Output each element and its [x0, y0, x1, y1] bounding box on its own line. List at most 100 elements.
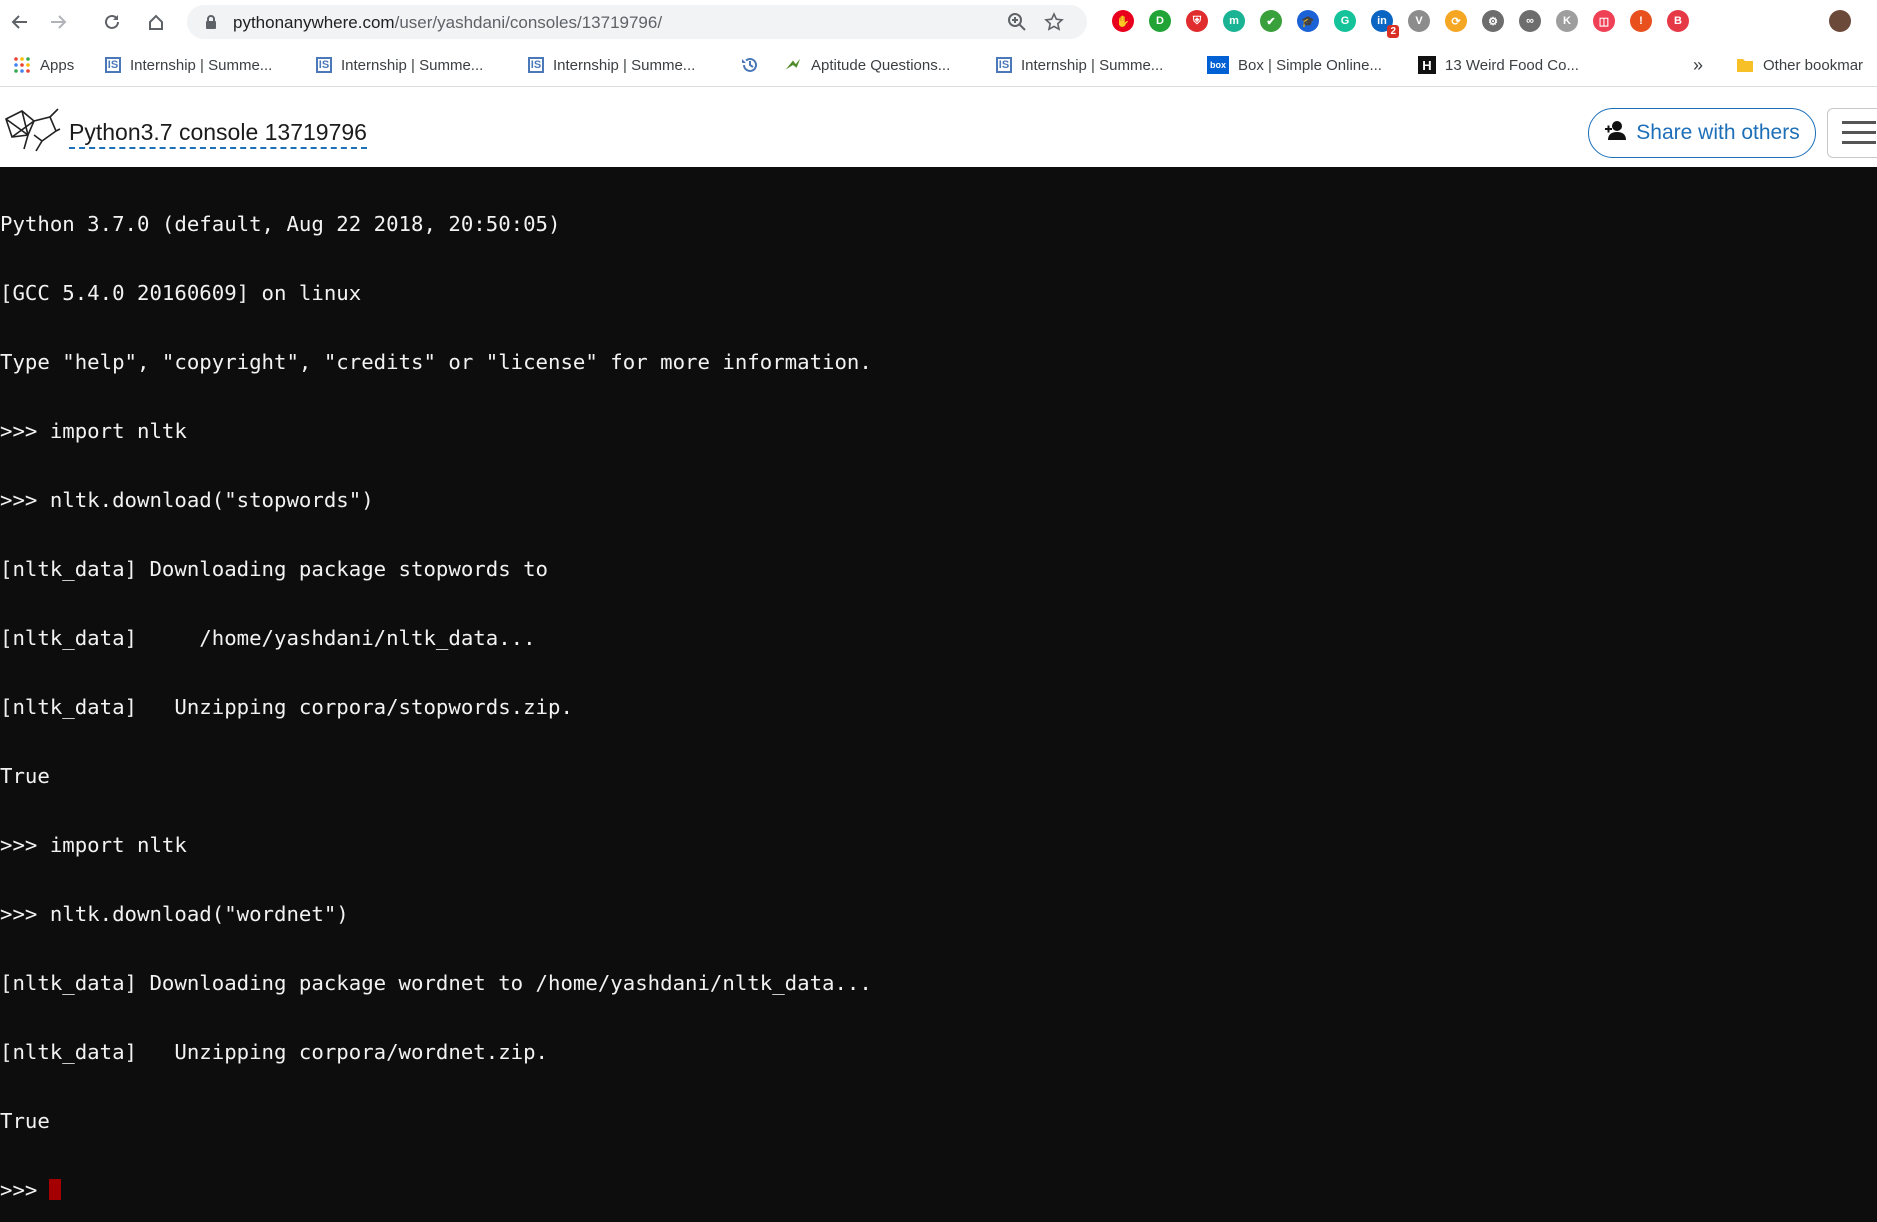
extension-glyph: G	[1340, 15, 1350, 27]
extension-glyph: V	[1415, 15, 1423, 27]
folder-icon	[1736, 56, 1754, 74]
box-icon: box	[1207, 56, 1229, 74]
extension-m-icon[interactable]: m	[1223, 10, 1245, 32]
home-icon[interactable]	[143, 9, 169, 35]
console-line: >>> nltk.download("wordnet")	[0, 902, 349, 926]
bookmark-label: Internship | Summe...	[130, 56, 273, 74]
console-line: >>> import nltk	[0, 419, 187, 443]
extension-glyph: ⛨	[1192, 14, 1202, 27]
extension-k-icon[interactable]: K	[1556, 10, 1578, 32]
zoom-icon[interactable]	[1007, 12, 1027, 32]
share-label: Share with others	[1636, 121, 1800, 144]
internshala-icon: IS	[996, 57, 1012, 73]
graduation-cap-icon[interactable]: 🎓	[1297, 10, 1319, 32]
url-text[interactable]: pythonanywhere.com/user/yashdani/console…	[233, 13, 662, 33]
bookmark-internship-2[interactable]: IS Internship | Summe...	[316, 53, 483, 77]
back-arrow-icon[interactable]	[7, 9, 33, 35]
console-line: [nltk_data] Unzipping corpora/stopwords.…	[0, 695, 573, 719]
bookmark-box[interactable]: box Box | Simple Online...	[1207, 53, 1382, 77]
console-line: True	[0, 1109, 50, 1133]
extension-glyph: ✋	[1116, 15, 1130, 28]
extension-glyph: in	[1377, 15, 1387, 27]
lock-icon[interactable]	[205, 15, 217, 34]
extension-b-icon[interactable]: B	[1667, 10, 1689, 32]
bookmarks-bar: Apps IS Internship | Summe... IS Interns…	[0, 44, 1877, 87]
extension-glyph: D	[1156, 15, 1164, 27]
checklist-extension-icon[interactable]: ✔	[1260, 10, 1282, 32]
reload-icon[interactable]	[99, 9, 125, 35]
star-bookmark-icon[interactable]	[1044, 12, 1064, 32]
console-input-line[interactable]: >>>	[0, 1179, 872, 1202]
bookmark-apps[interactable]: Apps	[13, 53, 74, 77]
internshala-icon: IS	[316, 57, 332, 73]
url-host: pythonanywhere.com	[233, 13, 395, 32]
extension-glyph: 🎓	[1301, 15, 1315, 28]
console-prompt: >>>	[0, 1178, 38, 1202]
menu-bar	[1842, 141, 1876, 144]
console-title[interactable]: Python3.7 console 13719796	[69, 119, 367, 149]
bookmark-internship-4[interactable]: IS Internship | Summe...	[996, 53, 1163, 77]
bird-icon	[784, 56, 802, 74]
internshala-icon: IS	[105, 57, 121, 73]
linkedin-icon[interactable]: in 2	[1371, 10, 1399, 38]
bookmark-label: Apps	[40, 56, 75, 74]
extension-glyph: ∞	[1526, 15, 1534, 27]
extension-d-icon[interactable]: D	[1149, 10, 1171, 32]
bookmark-label: Box | Simple Online...	[1238, 56, 1382, 74]
forward-arrow-icon[interactable]	[45, 9, 71, 35]
console-line: >>> import nltk	[0, 833, 187, 857]
alert-extension-icon[interactable]: !	[1630, 10, 1652, 32]
address-bar[interactable]: pythonanywhere.com/user/yashdani/console…	[187, 5, 1087, 39]
console-line: [nltk_data] Downloading package wordnet …	[0, 971, 872, 995]
sync-extension-icon[interactable]: ⟳	[1445, 10, 1467, 32]
pythonanywhere-logo[interactable]	[0, 105, 62, 160]
bookmark-label: Internship | Summe...	[341, 56, 484, 74]
bookmark-internship-3[interactable]: IS Internship | Summe...	[528, 53, 695, 77]
hamburger-menu-button[interactable]	[1827, 108, 1877, 158]
internshala-icon: IS	[528, 57, 544, 73]
extension-glyph: ⚙	[1488, 15, 1498, 28]
browser-toolbar: pythonanywhere.com/user/yashdani/console…	[0, 0, 1877, 44]
add-user-icon	[1604, 120, 1628, 146]
bookmark-internship-1[interactable]: IS Internship | Summe...	[105, 53, 272, 77]
infinity-icon[interactable]: ∞	[1519, 10, 1541, 32]
bookmark-weird-food[interactable]: H 13 Weird Food Co...	[1418, 53, 1579, 77]
history-icon	[741, 56, 759, 74]
console-line: [nltk_data] Unzipping corpora/wordnet.zi…	[0, 1040, 549, 1064]
bookmark-label: Internship | Summe...	[553, 56, 696, 74]
console-line: [nltk_data] /home/yashdani/nltk_data...	[0, 626, 536, 650]
extension-glyph: m	[1229, 15, 1239, 27]
share-with-others-button[interactable]: Share with others	[1588, 108, 1816, 158]
bookmark-aptitude[interactable]: Aptitude Questions...	[784, 53, 950, 77]
shield-extension-icon[interactable]: ⛨	[1186, 10, 1208, 32]
console-line: True	[0, 764, 50, 788]
profile-avatar[interactable]	[1829, 10, 1851, 32]
bookmark-label: Internship | Summe...	[1021, 56, 1164, 74]
adblock-icon[interactable]: ✋	[1112, 10, 1134, 32]
console-line: [nltk_data] Downloading package stopword…	[0, 557, 549, 581]
bookmark-history[interactable]	[741, 53, 759, 77]
bookmarks-overflow-button[interactable]: »	[1693, 53, 1703, 77]
console-output: Python 3.7.0 (default, Aug 22 2018, 20:5…	[0, 167, 872, 1222]
menu-bar	[1842, 131, 1876, 134]
vimeo-extension-icon[interactable]: V	[1408, 10, 1430, 32]
console-line: [GCC 5.4.0 20160609] on linux	[0, 281, 362, 305]
bookmark-label: Aptitude Questions...	[811, 56, 951, 74]
console-line: >>> nltk.download("stopwords")	[0, 488, 374, 512]
console-cursor	[49, 1179, 62, 1200]
python-console[interactable]: Python 3.7.0 (default, Aug 22 2018, 20:5…	[0, 167, 1877, 1202]
h-icon: H	[1418, 56, 1436, 74]
apps-grid-icon	[13, 56, 31, 74]
url-path: /user/yashdani/consoles/13719796/	[394, 13, 663, 32]
bookmark-other-folder[interactable]: Other bookmar	[1736, 53, 1863, 77]
console-line: Python 3.7.0 (default, Aug 22 2018, 20:5…	[0, 212, 561, 236]
extension-glyph: ⟳	[1451, 15, 1461, 28]
bookmark-label: 13 Weird Food Co...	[1445, 56, 1579, 74]
pocket-icon[interactable]: ◫	[1593, 10, 1615, 32]
bike-extension-icon[interactable]: ⚙	[1482, 10, 1504, 32]
bookmark-label: Other bookmar	[1763, 56, 1864, 74]
extension-glyph: ◫	[1598, 15, 1610, 28]
grammarly-icon[interactable]: G	[1334, 10, 1356, 32]
menu-bar	[1842, 121, 1876, 124]
extension-glyph: !	[1639, 15, 1643, 27]
